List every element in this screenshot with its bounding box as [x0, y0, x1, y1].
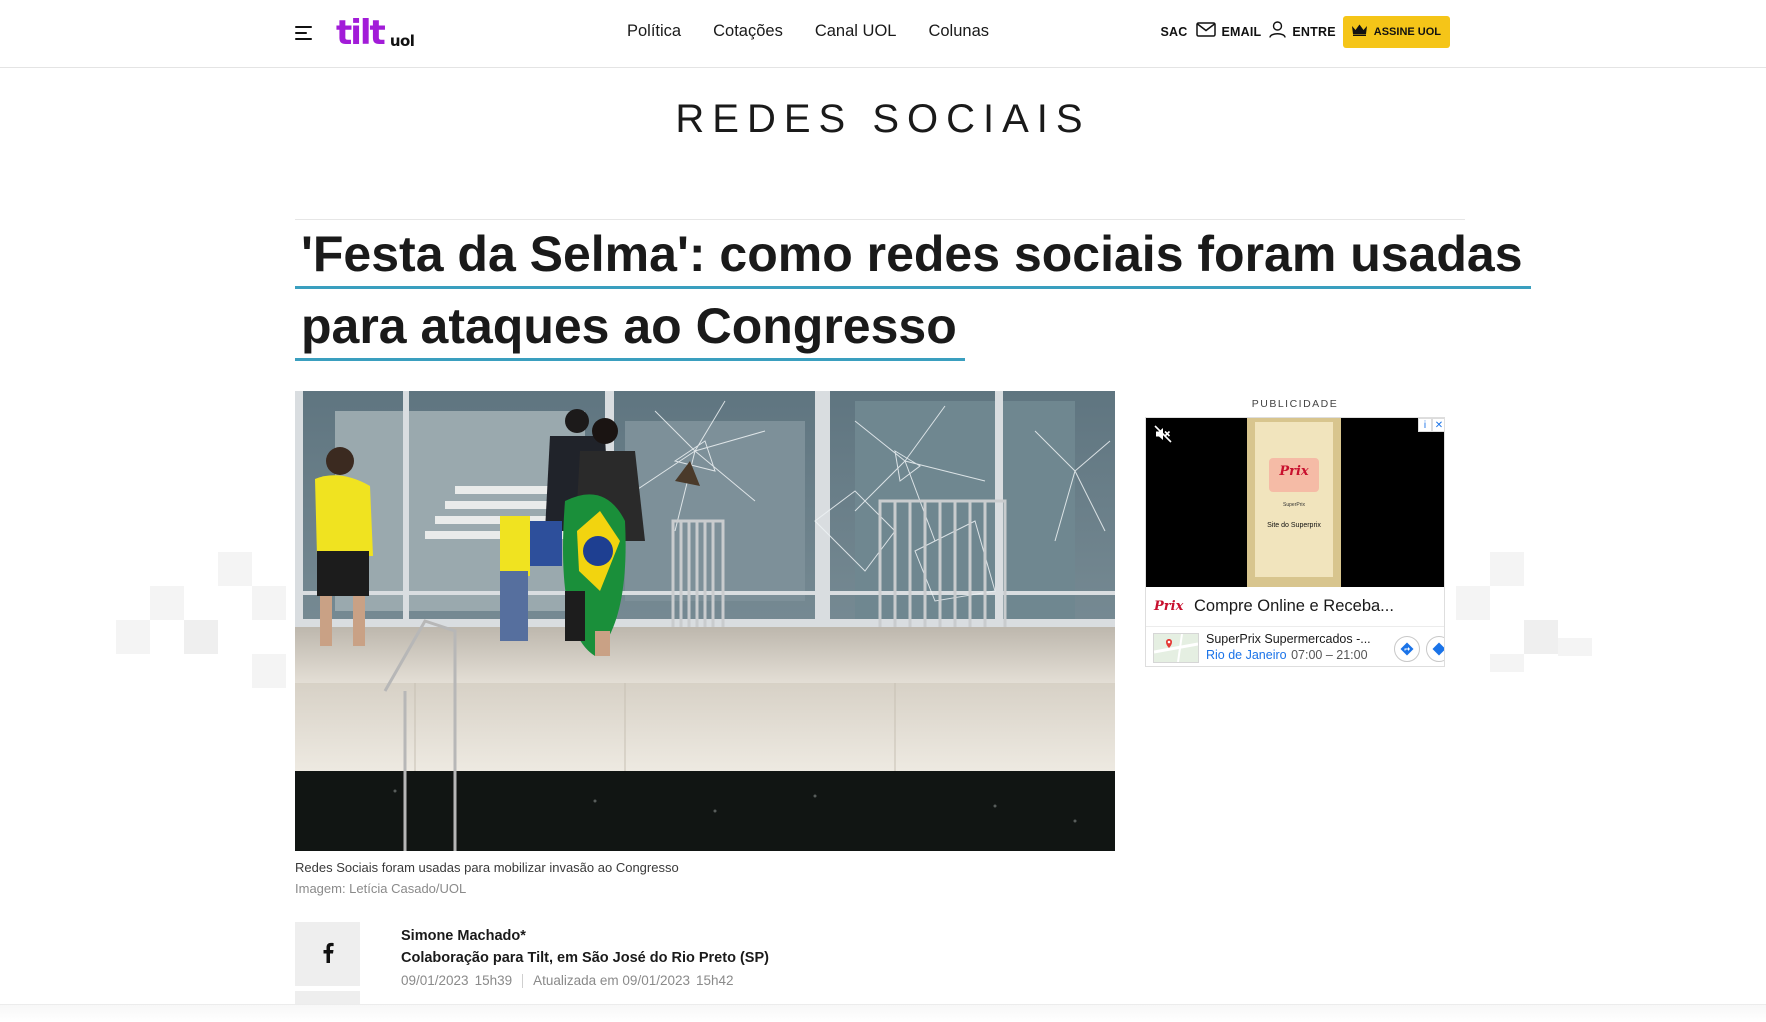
article-photo[interactable] — [295, 391, 1115, 851]
ad-phone-text-1: SuperPrix — [1283, 502, 1305, 508]
ad-store-info: SuperPrix Supermercados -... Rio de Jane… — [1206, 632, 1371, 664]
map-thumbnail-icon — [1153, 633, 1199, 663]
background-pattern — [1490, 552, 1524, 586]
background-pattern — [1490, 654, 1524, 672]
nav-politica[interactable]: Política — [627, 22, 681, 41]
email-link[interactable]: EMAIL — [1222, 25, 1262, 39]
ad-brand-logo: Prix — [1154, 599, 1184, 614]
directions-icon[interactable] — [1394, 636, 1420, 662]
directions-icon[interactable] — [1426, 636, 1444, 662]
ad-close-icon[interactable]: ✕ — [1432, 418, 1444, 432]
bottom-bar — [0, 1004, 1766, 1022]
background-pattern — [252, 654, 286, 688]
advertisement[interactable]: Prix SuperPrix Site do Superprix i ✕ Pri… — [1145, 417, 1445, 667]
author-collaboration: Colaboração para Tilt, em São José do Ri… — [401, 950, 769, 966]
subscribe-button[interactable]: ASSINE UOL — [1342, 16, 1450, 48]
ad-headline-row[interactable]: Prix Compre Online e Receba... — [1146, 587, 1444, 627]
ad-info-icon[interactable]: i — [1418, 418, 1432, 432]
main-nav: Política Cotações Canal UOL Colunas — [627, 22, 989, 41]
user-icon[interactable] — [1269, 21, 1287, 43]
photo-credit: Imagem: Letícia Casado/UOL — [295, 881, 467, 896]
background-pattern — [184, 620, 218, 654]
envelope-icon[interactable] — [1195, 22, 1216, 42]
ad-store-hours: 07:00 – 21:00 — [1291, 648, 1368, 662]
published-date: 09/01/2023 — [401, 973, 469, 988]
sac-link[interactable]: SAC — [1161, 25, 1188, 39]
ad-store-name: SuperPrix Supermercados -... — [1206, 632, 1371, 646]
article-headline: 'Festa da Selma': como redes sociais for… — [295, 226, 1531, 370]
headline-line-1: 'Festa da Selma': como redes sociais for… — [295, 226, 1531, 289]
background-pattern — [1558, 638, 1592, 656]
top-header: tilt uol Política Cotações Canal UOL Col… — [0, 0, 1766, 68]
ad-headline: Compre Online e Receba... — [1194, 597, 1394, 615]
ad-store-city[interactable]: Rio de Janeiro — [1206, 648, 1287, 662]
published-time: 15h39 — [474, 973, 513, 988]
background-pattern — [116, 620, 150, 654]
date-separator — [522, 973, 524, 988]
ad-phone-text-2: Site do Superprix — [1267, 522, 1321, 529]
mute-icon[interactable] — [1154, 425, 1172, 443]
crown-icon — [1351, 23, 1368, 41]
article-dates: 09/01/2023 15h39 Atualizada em 09/01/202… — [401, 973, 734, 988]
share-facebook-button[interactable] — [295, 922, 360, 986]
section-divider — [295, 219, 1465, 220]
logo-tilt-text: tilt — [336, 13, 386, 53]
headline-line-2: para ataques ao Congresso — [295, 298, 965, 361]
congress-vandalism-photo — [295, 391, 1115, 851]
login-link[interactable]: ENTRE — [1292, 25, 1335, 39]
background-pattern — [1456, 586, 1490, 620]
nav-cotacoes[interactable]: Cotações — [713, 22, 783, 41]
ad-video[interactable]: Prix SuperPrix Site do Superprix i ✕ — [1146, 418, 1444, 587]
subscribe-label: ASSINE UOL — [1373, 26, 1441, 38]
ad-choices: i ✕ — [1418, 418, 1444, 432]
menu-icon[interactable] — [295, 26, 312, 40]
nav-colunas[interactable]: Colunas — [928, 22, 989, 41]
background-pattern — [150, 586, 184, 620]
header-utilities: SAC EMAIL ENTRE ASSINE UOL — [1161, 16, 1450, 48]
logo-uol-text: uol — [389, 32, 415, 50]
facebook-icon — [322, 941, 334, 968]
ad-phone-brand: Prix — [1279, 464, 1309, 479]
updated-time: 15h42 — [696, 973, 734, 988]
section-title: REDES SOCIAIS — [675, 97, 1091, 141]
background-pattern — [252, 586, 286, 620]
author-name[interactable]: Simone Machado* — [401, 928, 526, 944]
background-pattern — [218, 552, 252, 586]
tilt-uol-logo[interactable]: tilt uol — [336, 13, 415, 53]
nav-canal-uol[interactable]: Canal UOL — [815, 22, 897, 41]
ad-store-row[interactable]: SuperPrix Supermercados -... Rio de Jane… — [1146, 628, 1444, 666]
background-pattern — [1524, 620, 1558, 654]
ad-phone-mockup: Prix SuperPrix Site do Superprix — [1247, 418, 1341, 587]
updated-label: Atualizada em 09/01/2023 — [533, 973, 690, 988]
photo-caption: Redes Sociais foram usadas para mobiliza… — [295, 860, 679, 875]
ad-label: PUBLICIDADE — [1251, 398, 1339, 410]
